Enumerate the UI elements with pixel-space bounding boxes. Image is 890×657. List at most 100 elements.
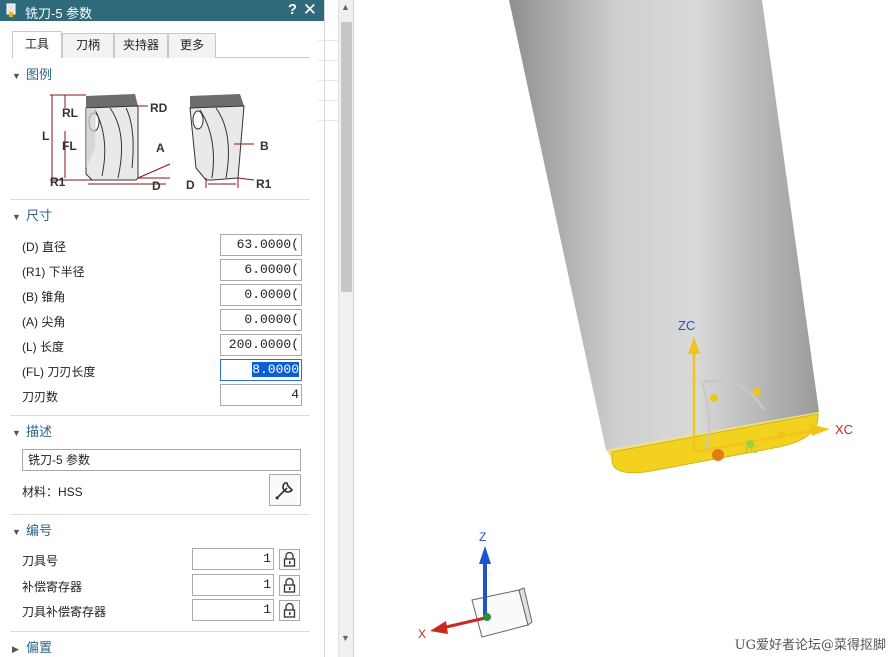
viewport-canvas[interactable]: ZC XC YC Z X (354, 0, 890, 657)
numbering-section: ▼ 编号 (12, 520, 310, 542)
rotate-handle[interactable] (778, 431, 786, 439)
adjust-register-label: 补偿寄存器 (22, 580, 83, 594)
dialog-app-icon (6, 3, 16, 17)
yc-axis-label: YC (743, 444, 758, 456)
rotate-handle[interactable] (753, 388, 761, 396)
length-row: (L) 长度 200.0000( (22, 334, 302, 356)
dimensions-section: ▼ 尺寸 (12, 205, 310, 227)
offset-section-title: 偏置 (26, 640, 53, 655)
x-axis-label: X (418, 627, 426, 641)
view-orientation-triad: Z X (418, 530, 533, 641)
adjust-register-row: 补偿寄存器 1 (22, 574, 302, 596)
zc-axis-label: ZC (678, 318, 695, 333)
tab-bar: 工具 刀柄 夹持器 更多 (0, 21, 324, 59)
grid-line (318, 40, 338, 41)
expand-triangle-icon: ▶ (12, 644, 19, 654)
flute-count-input[interactable]: 4 (220, 384, 302, 406)
legend-label-L: L (42, 129, 49, 143)
length-input[interactable]: 200.0000( (220, 334, 302, 356)
section-divider (10, 514, 310, 515)
watermark-text: UG爱好者论坛@菜得抠脚 (734, 638, 886, 653)
diameter-input[interactable]: 63.0000( (220, 234, 302, 256)
dialog-titlebar[interactable]: 铣刀-5 参数 ? ✕ (0, 0, 324, 21)
close-icon[interactable]: ✕ (303, 0, 317, 20)
legend-label-RD: RD (150, 101, 168, 115)
legend-label-D-right: D (186, 178, 195, 192)
collapse-triangle-icon: ▼ (12, 527, 21, 537)
offset-section-header[interactable]: ▶ 偏置 (12, 637, 310, 657)
dialog-title: 铣刀-5 参数 (25, 6, 93, 21)
legend-label-RL: RL (62, 106, 78, 120)
lock-icon[interactable] (279, 600, 300, 621)
tool-number-row: 刀具号 1 (22, 548, 302, 570)
lower-radius-label: (R1) 下半径 (22, 265, 85, 279)
tip-angle-label: (A) 尖角 (22, 315, 66, 329)
tab-more[interactable]: 更多 (168, 33, 216, 58)
lock-icon[interactable] (279, 549, 300, 570)
xc-axis-label: XC (835, 422, 853, 437)
length-label: (L) 长度 (22, 340, 65, 354)
cutcom-register-input[interactable]: 1 (192, 599, 274, 621)
legend-label-A: A (156, 141, 165, 155)
tapered-mill-side-view (189, 94, 245, 181)
scroll-down-icon[interactable]: ▼ (341, 633, 350, 643)
tab-holder-shank[interactable]: 刀柄 (62, 33, 114, 58)
tab-holder[interactable]: 夹持器 (114, 33, 168, 58)
help-icon[interactable]: ? (288, 1, 297, 18)
tab-tool[interactable]: 工具 (12, 31, 62, 58)
dimensions-section-header[interactable]: ▼ 尺寸 (12, 205, 310, 227)
graphics-viewport[interactable]: ZC XC YC Z X UG爱好者论坛@菜得抠脚 (353, 0, 890, 657)
description-section: ▼ 描述 (12, 421, 310, 443)
z-arrow-icon (479, 546, 491, 564)
flute-length-selected-text: 8.0000 (252, 362, 299, 377)
flute-count-label: 刀刃数 (22, 390, 59, 404)
taper-angle-input[interactable]: 0.0000( (220, 284, 302, 306)
numbering-section-header[interactable]: ▼ 编号 (12, 520, 310, 542)
legend-label-D-left: D (152, 179, 161, 193)
description-section-title: 描述 (26, 424, 53, 439)
dialog-scrollbar[interactable]: ▲ ▼ (338, 0, 353, 657)
cutcom-register-row: 刀具补偿寄存器 1 (22, 599, 302, 621)
wrench-icon (275, 482, 294, 500)
adjust-register-input[interactable]: 1 (192, 574, 274, 596)
lower-radius-input[interactable]: 6.0000( (220, 259, 302, 281)
description-input[interactable]: 铣刀-5 参数 (22, 449, 301, 471)
flute-length-input[interactable]: 8.0000 (220, 359, 302, 381)
legend-label-R1-left: R1 (50, 175, 66, 189)
z-axis-label: Z (479, 530, 486, 544)
rotate-handle[interactable] (710, 394, 718, 402)
x-arrow-icon (430, 621, 448, 634)
collapse-triangle-icon: ▼ (12, 71, 21, 81)
lock-icon[interactable] (279, 575, 300, 596)
legend-label-R1-right: R1 (256, 177, 272, 191)
taper-angle-label: (B) 锥角 (22, 290, 66, 304)
dimensions-section-title: 尺寸 (26, 208, 53, 223)
xc-arrow-icon[interactable] (810, 424, 830, 436)
legend-section: ▼ 图例 (12, 64, 310, 86)
scroll-up-icon[interactable]: ▲ (341, 2, 350, 12)
tip-angle-input[interactable]: 0.0000( (220, 309, 302, 331)
tool-number-label: 刀具号 (22, 554, 59, 568)
tip-angle-row: (A) 尖角 0.0000( (22, 309, 302, 331)
section-divider (10, 631, 310, 632)
collapse-triangle-icon: ▼ (12, 428, 21, 438)
legend-label-FL: FL (62, 139, 77, 153)
description-section-header[interactable]: ▼ 描述 (12, 421, 310, 443)
flute-count-row: 刀刃数 4 (22, 384, 302, 406)
section-divider (10, 415, 310, 416)
origin-handle[interactable] (712, 449, 724, 461)
legend-section-header[interactable]: ▼ 图例 (12, 64, 310, 86)
diameter-row: (D) 直径 63.0000( (22, 234, 302, 256)
tool-body[interactable] (509, 0, 819, 474)
lower-radius-row: (R1) 下半径 6.0000( (22, 259, 302, 281)
flute-length-row: (FL) 刀刃长度 8.0000 (22, 359, 302, 381)
numbering-section-title: 编号 (26, 523, 53, 538)
offset-section: ▶ 偏置 (12, 637, 310, 657)
material-label: 材料：HSS (22, 485, 83, 499)
end-mill-side-view (85, 94, 139, 181)
tool-number-input[interactable]: 1 (192, 548, 274, 570)
tool-parameters-dialog: 铣刀-5 参数 ? ✕ 工具 刀柄 夹持器 更多 ▼ 图例 RL RD L FL… (0, 0, 325, 657)
material-library-button[interactable] (269, 474, 301, 506)
scrollbar-thumb[interactable] (341, 22, 352, 292)
grid-line (318, 80, 338, 81)
